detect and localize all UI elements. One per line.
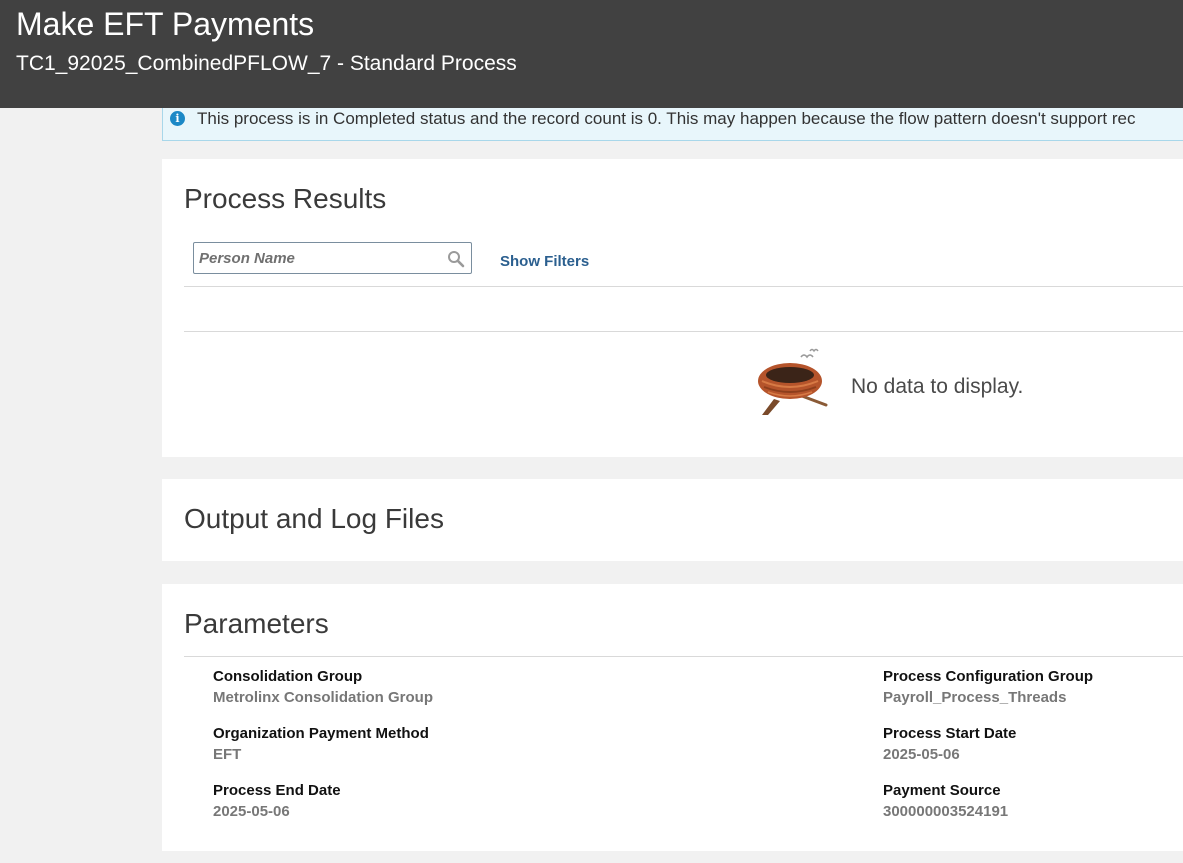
- info-banner-text: This process is in Completed status and …: [197, 109, 1136, 128]
- param-value: EFT: [213, 746, 242, 763]
- param-payment-source: Payment Source 300000003524191: [883, 780, 1008, 822]
- param-process-start-date: Process Start Date 2025-05-06: [883, 723, 1016, 765]
- process-results-heading: Process Results: [184, 183, 387, 214]
- results-header-divider: [184, 331, 1183, 332]
- page-subtitle: TC1_92025_CombinedPFLOW_7 - Standard Pro…: [16, 52, 517, 75]
- info-banner: i This process is in Completed status an…: [162, 108, 1183, 141]
- empty-nest-icon: [758, 348, 828, 415]
- param-label: Payment Source: [883, 782, 1001, 799]
- param-process-configuration-group: Process Configuration Group Payroll_Proc…: [883, 666, 1093, 708]
- person-name-search-box[interactable]: [193, 242, 472, 274]
- param-label: Process Start Date: [883, 725, 1017, 742]
- page-header: Make EFT Payments TC1_92025_CombinedPFLO…: [0, 0, 1183, 108]
- param-value: 300000003524191: [883, 803, 1009, 820]
- param-label: Consolidation Group: [213, 668, 363, 685]
- param-label: Organization Payment Method: [213, 725, 429, 742]
- param-organization-payment-method: Organization Payment Method EFT: [213, 723, 429, 765]
- search-icon[interactable]: [447, 250, 465, 268]
- page-title: Make EFT Payments: [16, 6, 315, 42]
- show-filters-link[interactable]: Show Filters: [500, 253, 589, 270]
- info-icon: i: [170, 111, 185, 126]
- parameters-panel: Parameters Consolidation Group Metrolinx…: [162, 584, 1183, 851]
- param-value: Metrolinx Consolidation Group: [213, 689, 433, 706]
- parameters-heading: Parameters: [184, 608, 329, 639]
- output-log-files-heading: Output and Log Files: [184, 503, 444, 534]
- param-label: Process End Date: [213, 782, 341, 799]
- results-toolbar-divider: [184, 286, 1183, 287]
- param-label: Process Configuration Group: [883, 668, 1094, 685]
- output-log-files-panel: Output and Log Files: [162, 479, 1183, 561]
- process-results-panel: Process Results Show Filters No data to …: [162, 159, 1183, 457]
- parameters-divider: [184, 656, 1183, 657]
- param-consolidation-group: Consolidation Group Metrolinx Consolidat…: [213, 666, 433, 708]
- param-value: 2025-05-06: [213, 803, 290, 820]
- param-value: Payroll_Process_Threads: [883, 689, 1067, 706]
- person-name-search-input[interactable]: [199, 247, 439, 269]
- no-data-message: No data to display.: [851, 375, 1024, 398]
- param-value: 2025-05-06: [883, 746, 960, 763]
- param-process-end-date: Process End Date 2025-05-06: [213, 780, 341, 822]
